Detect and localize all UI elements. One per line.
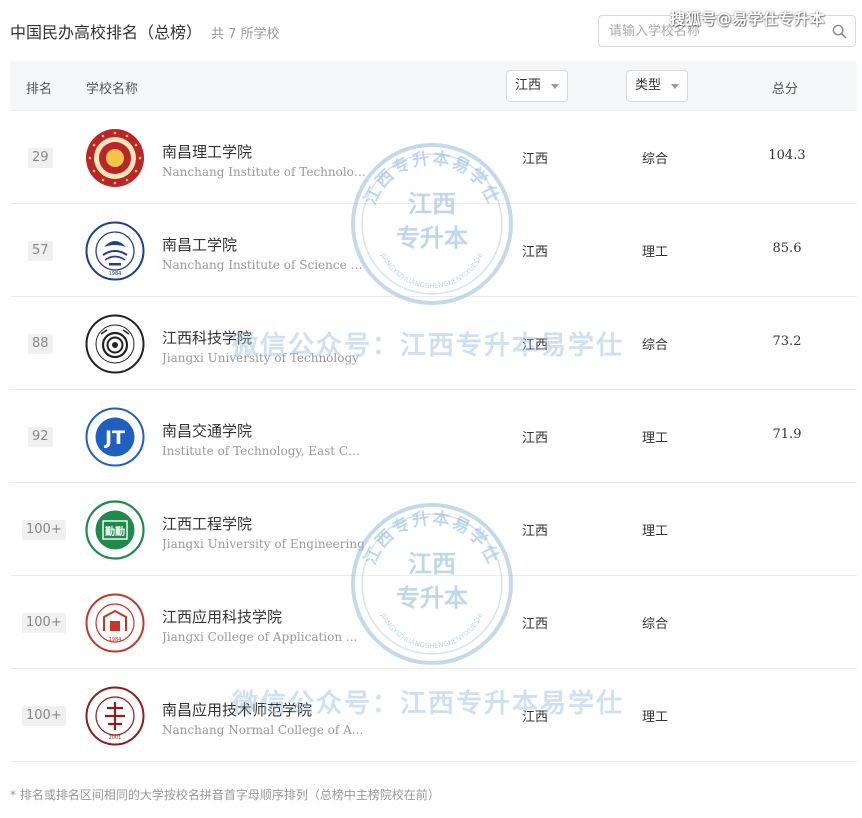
table-row[interactable]: 88 江西科技学院 Jiangxi University of Technolo…: [10, 297, 857, 390]
rank-badge: 92: [28, 427, 53, 447]
school-logo-nanchang-institute-of-technology[interactable]: [85, 128, 145, 188]
rank-badge: 100+: [22, 706, 66, 726]
type-cell: 理工: [642, 524, 669, 539]
rank-badge: 88: [28, 334, 53, 354]
score-cell: 104.3: [768, 148, 806, 163]
table-row[interactable]: 100+ 2001 南昌应用技术师范学院 Nanchang Normal Col…: [10, 669, 857, 762]
score-cell: 71.9: [772, 427, 802, 442]
page-header: 中国民办高校排名（总榜） 共 7 所学校 搜狐号@易学仕专升本: [0, 0, 862, 60]
province-cell: 江西: [522, 245, 549, 260]
school-name-en: Nanchang Institute of Science a...: [162, 258, 367, 272]
logo-text: 勤勤: [105, 525, 125, 538]
school-name-en: Jiangxi University of Technology: [162, 351, 359, 365]
logo-year: 1984: [109, 271, 122, 277]
score-cell: 73.2: [772, 334, 802, 349]
type-filter-dropdown[interactable]: 类型: [626, 70, 688, 102]
table-row[interactable]: 29 南昌理工学院 Nanchang Institute of Technolo…: [10, 111, 857, 204]
header-school-name: 学校名称: [86, 82, 139, 97]
search-icon[interactable]: [832, 24, 847, 39]
school-logo-nanchang-normal-college[interactable]: 2001: [85, 686, 145, 746]
rank-badge: 29: [28, 148, 53, 168]
watermark-top: 搜狐号@易学仕专升本: [670, 10, 826, 28]
school-name-cn[interactable]: 南昌应用技术师范学院: [162, 699, 312, 720]
school-name-en: Jiangxi College of Application ...: [162, 630, 358, 644]
type-cell: 理工: [642, 710, 669, 725]
province-cell: 江西: [522, 152, 549, 167]
type-cell: 综合: [642, 617, 669, 632]
type-filter-label: 类型: [635, 78, 662, 93]
school-name-en: Institute of Technology, East Ch...: [162, 444, 367, 458]
school-count: 共 7 所学校: [211, 27, 280, 42]
table-row[interactable]: 92 JT 南昌交通学院 Institute of Technology, Ea…: [10, 390, 857, 483]
province-cell: 江西: [522, 524, 549, 539]
type-cell: 综合: [642, 152, 669, 167]
rank-badge: 100+: [22, 613, 66, 633]
score-cell: 85.6: [772, 241, 802, 256]
chevron-down-icon: [551, 84, 559, 89]
header-rank: 排名: [26, 82, 53, 97]
rank-badge: 57: [28, 241, 53, 261]
table-row[interactable]: 100+ 1984 江西应用科技学院 Jiangxi College of Ap…: [10, 576, 857, 669]
rank-badge: 100+: [22, 520, 66, 540]
type-cell: 理工: [642, 245, 669, 260]
school-name-cn[interactable]: 江西应用科技学院: [162, 606, 282, 627]
province-filter-dropdown[interactable]: 江西: [506, 70, 568, 102]
ranking-footnote: * 排名或排名区间相同的大学按校名拼音首字母顺序排列（总榜中主榜院校在前）: [10, 788, 440, 802]
province-cell: 江西: [522, 617, 549, 632]
logo-jt-text: JT: [103, 427, 125, 449]
school-name-en: Nanchang Institute of Technology: [162, 165, 367, 179]
header-total-score: 总分: [772, 82, 799, 97]
province-filter-label: 江西: [515, 78, 542, 93]
table-row[interactable]: 57 1984 南昌工学院 Nanchang Institute of Scie…: [10, 204, 857, 297]
province-cell: 江西: [522, 338, 549, 353]
school-name-en: Jiangxi University of Engineering: [162, 537, 365, 551]
logo-year: 2001: [109, 735, 122, 741]
school-name-cn[interactable]: 南昌理工学院: [162, 141, 252, 162]
chevron-down-icon: [671, 84, 679, 89]
school-logo-nanchang-institute-of-science[interactable]: 1984: [85, 221, 145, 281]
province-cell: 江西: [522, 710, 549, 725]
table-header: 排名 学校名称 江西 类型 总分: [10, 61, 857, 111]
school-logo-jiangxi-university-of-technology[interactable]: [85, 314, 145, 374]
table-row[interactable]: 100+ 勤勤 江西工程学院 Jiangxi University of Eng…: [10, 483, 857, 576]
school-logo-nanchang-jiaotong-institute[interactable]: JT: [85, 407, 145, 467]
page-title: 中国民办高校排名（总榜）: [10, 23, 203, 42]
logo-year: 1984: [109, 637, 122, 643]
school-name-cn[interactable]: 江西工程学院: [162, 513, 252, 534]
school-name-cn[interactable]: 江西科技学院: [162, 327, 252, 348]
school-name-cn[interactable]: 南昌交通学院: [162, 420, 252, 441]
school-logo-jiangxi-university-of-engineering[interactable]: 勤勤: [85, 500, 145, 560]
school-name-en: Nanchang Normal College of A...: [162, 723, 364, 737]
province-cell: 江西: [522, 431, 549, 446]
type-cell: 综合: [642, 338, 669, 353]
type-cell: 理工: [642, 431, 669, 446]
school-name-cn[interactable]: 南昌工学院: [162, 234, 237, 255]
school-logo-jiangxi-college-of-application[interactable]: 1984: [85, 593, 145, 653]
